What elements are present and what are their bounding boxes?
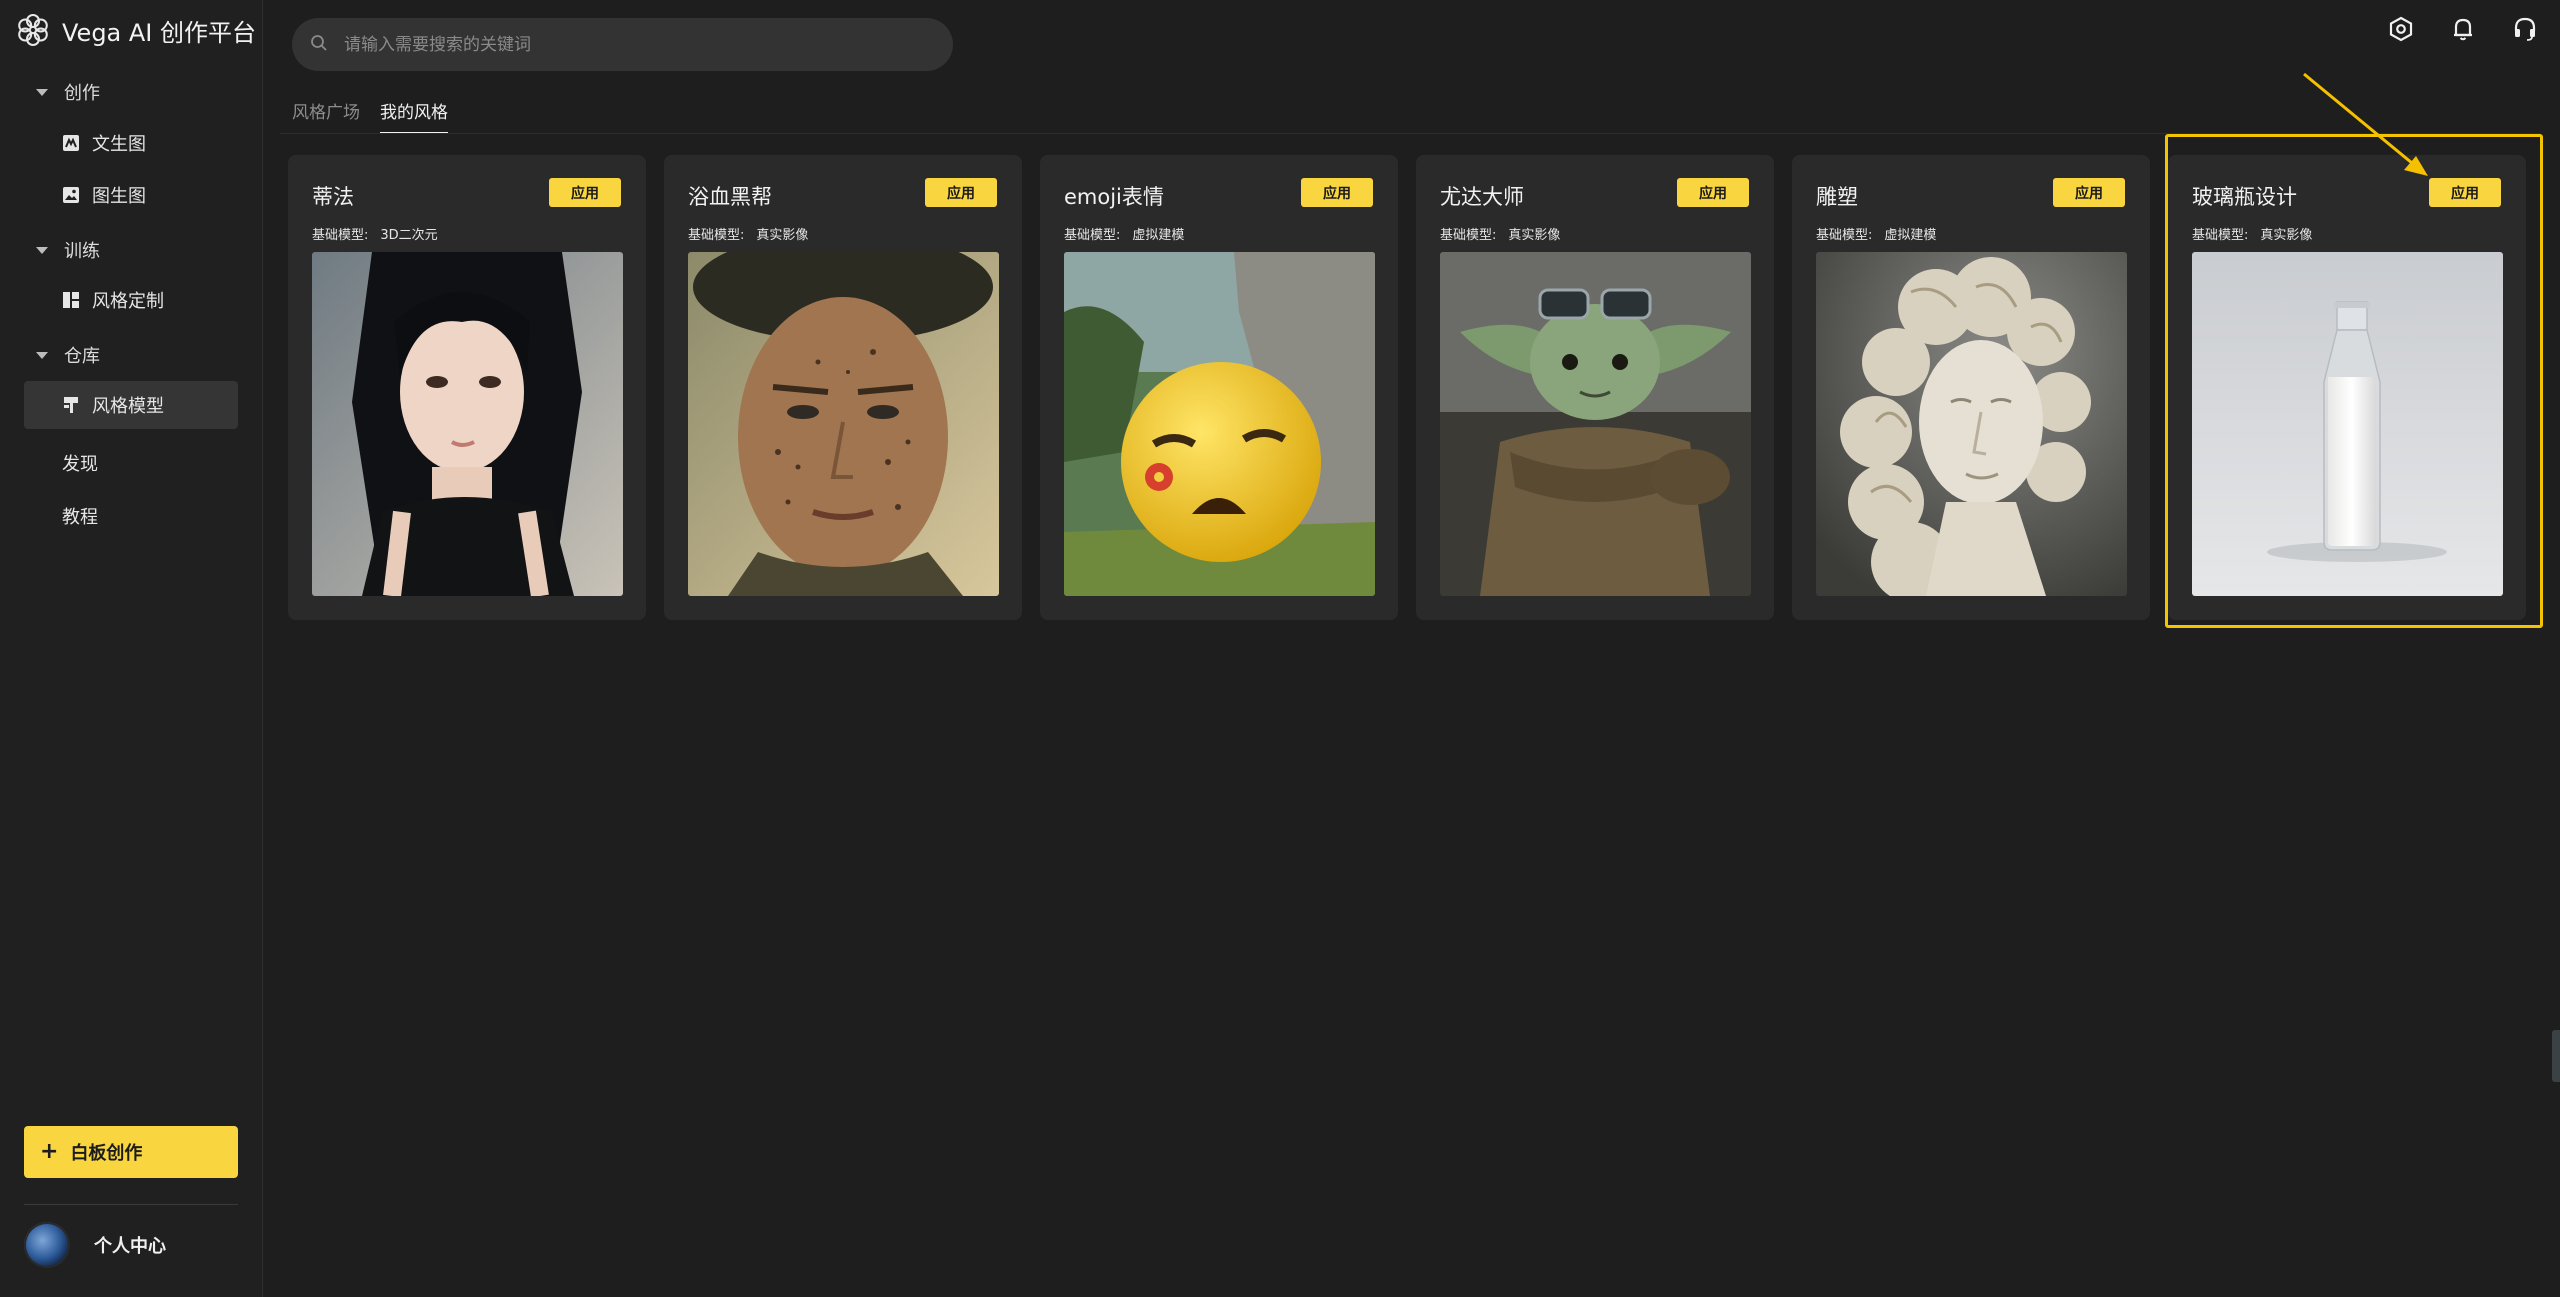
sidebar-item-discover[interactable]: 发现	[62, 449, 98, 477]
tabs-divider	[280, 133, 2540, 134]
sidebar-item-label: 文生图	[92, 134, 146, 155]
style-card[interactable]: emoji表情 应用 基础模型: 虚拟建模	[1040, 155, 1398, 620]
card-title: emoji表情	[1064, 185, 1164, 209]
style-model-icon	[62, 396, 80, 414]
base-model-info: 基础模型: 真实影像	[1440, 224, 1560, 243]
style-custom-icon	[62, 291, 80, 309]
style-card[interactable]: 尤达大师 应用 基础模型: 真实影像	[1416, 155, 1774, 620]
sidebar-item-label: 图生图	[92, 186, 146, 207]
card-title: 雕塑	[1816, 185, 1858, 209]
settings-hexagon-icon[interactable]	[2386, 14, 2416, 44]
sidebar-item-tutorial[interactable]: 教程	[62, 502, 98, 530]
base-model-value: 真实影像	[2260, 228, 2313, 243]
base-model-label: 基础模型:	[312, 228, 369, 243]
nav-group-train[interactable]: 训练	[36, 236, 100, 264]
chevron-down-icon	[36, 246, 48, 254]
style-preview-image[interactable]	[2192, 252, 2503, 596]
apply-button[interactable]: 应用	[925, 178, 997, 207]
style-card[interactable]: 雕塑 应用 基础模型: 虚拟建模	[1792, 155, 2150, 620]
base-model-info: 基础模型: 真实影像	[688, 224, 808, 243]
sidebar: Vega AI 创作平台 创作 文生图 图生图 训练 风格定制 仓库 风格模型 …	[0, 0, 263, 1297]
base-model-label: 基础模型:	[1816, 228, 1873, 243]
card-title: 蒂法	[312, 185, 354, 209]
image-to-image-icon	[62, 186, 80, 204]
style-preview-image[interactable]	[312, 252, 623, 596]
nav-group-label: 训练	[64, 241, 100, 262]
base-model-value: 真实影像	[756, 228, 809, 243]
nav-group-create[interactable]: 创作	[36, 78, 100, 106]
base-model-label: 基础模型:	[1064, 228, 1121, 243]
sidebar-item-style-custom[interactable]: 风格定制	[24, 276, 238, 324]
base-model-info: 基础模型: 3D二次元	[312, 224, 438, 243]
base-model-info: 基础模型: 虚拟建模	[1064, 224, 1184, 243]
search-icon	[310, 34, 328, 56]
sidebar-item-style-model[interactable]: 风格模型	[24, 381, 238, 429]
sidebar-item-text-to-image[interactable]: 文生图	[24, 119, 238, 167]
base-model-value: 3D二次元	[380, 228, 438, 243]
search-input[interactable]	[342, 33, 902, 56]
brand[interactable]: Vega AI 创作平台	[16, 12, 256, 48]
chevron-down-icon	[36, 88, 48, 96]
whiteboard-button-label: 白板创作	[70, 1143, 143, 1164]
scroll-handle[interactable]	[2552, 1030, 2560, 1082]
apply-button[interactable]: 应用	[2053, 178, 2125, 207]
profile-label: 个人中心	[94, 1236, 166, 1257]
headset-icon[interactable]	[2510, 14, 2540, 44]
apply-button[interactable]: 应用	[1301, 178, 1373, 207]
style-card[interactable]: 玻璃瓶设计 应用 基础模型: 真实影像	[2168, 155, 2526, 620]
style-card[interactable]: 浴血黑帮 应用 基础模型: 真实影像	[664, 155, 1022, 620]
nav-group-label: 仓库	[64, 346, 100, 367]
nav-group-label: 创作	[64, 83, 100, 104]
text-to-image-icon	[62, 134, 80, 152]
base-model-value: 真实影像	[1508, 228, 1561, 243]
style-card-list: 蒂法 应用 基础模型: 3D二次元 浴血黑帮 应用 基础模型: 真实影像 emo…	[288, 155, 2526, 620]
profile-center[interactable]: 个人中心	[24, 1222, 166, 1268]
nav-group-repo[interactable]: 仓库	[36, 341, 100, 369]
base-model-value: 虚拟建模	[1884, 228, 1937, 243]
tab-my-styles[interactable]: 我的风格	[380, 98, 448, 134]
style-preview-image[interactable]	[1816, 252, 2127, 596]
card-title: 浴血黑帮	[688, 185, 772, 209]
whiteboard-create-button[interactable]: + 白板创作	[24, 1126, 238, 1178]
style-tabs: 风格广场 我的风格	[292, 98, 448, 134]
sidebar-divider	[24, 1204, 238, 1205]
base-model-info: 基础模型: 真实影像	[2192, 224, 2312, 243]
style-card[interactable]: 蒂法 应用 基础模型: 3D二次元	[288, 155, 646, 620]
sidebar-item-label: 风格模型	[92, 396, 164, 417]
chevron-down-icon	[36, 351, 48, 359]
base-model-label: 基础模型:	[2192, 228, 2249, 243]
base-model-label: 基础模型:	[688, 228, 745, 243]
card-title: 尤达大师	[1440, 185, 1524, 209]
style-preview-image[interactable]	[1440, 252, 1751, 596]
search-bar[interactable]	[292, 18, 953, 71]
base-model-value: 虚拟建模	[1132, 228, 1185, 243]
vega-logo-icon	[16, 13, 50, 47]
apply-button[interactable]: 应用	[549, 178, 621, 207]
avatar	[24, 1222, 70, 1268]
sidebar-item-label: 风格定制	[92, 291, 164, 312]
app-title: Vega AI 创作平台	[62, 18, 257, 47]
bell-icon[interactable]	[2448, 14, 2478, 44]
style-preview-image[interactable]	[688, 252, 999, 596]
tab-style-square[interactable]: 风格广场	[292, 98, 360, 134]
plus-icon: +	[40, 1139, 59, 1164]
apply-button[interactable]: 应用	[2429, 178, 2501, 207]
card-title: 玻璃瓶设计	[2192, 185, 2297, 209]
apply-button[interactable]: 应用	[1677, 178, 1749, 207]
style-preview-image[interactable]	[1064, 252, 1375, 596]
sidebar-item-image-to-image[interactable]: 图生图	[24, 171, 238, 219]
header-actions	[2386, 14, 2540, 44]
base-model-label: 基础模型:	[1440, 228, 1497, 243]
base-model-info: 基础模型: 虚拟建模	[1816, 224, 1936, 243]
